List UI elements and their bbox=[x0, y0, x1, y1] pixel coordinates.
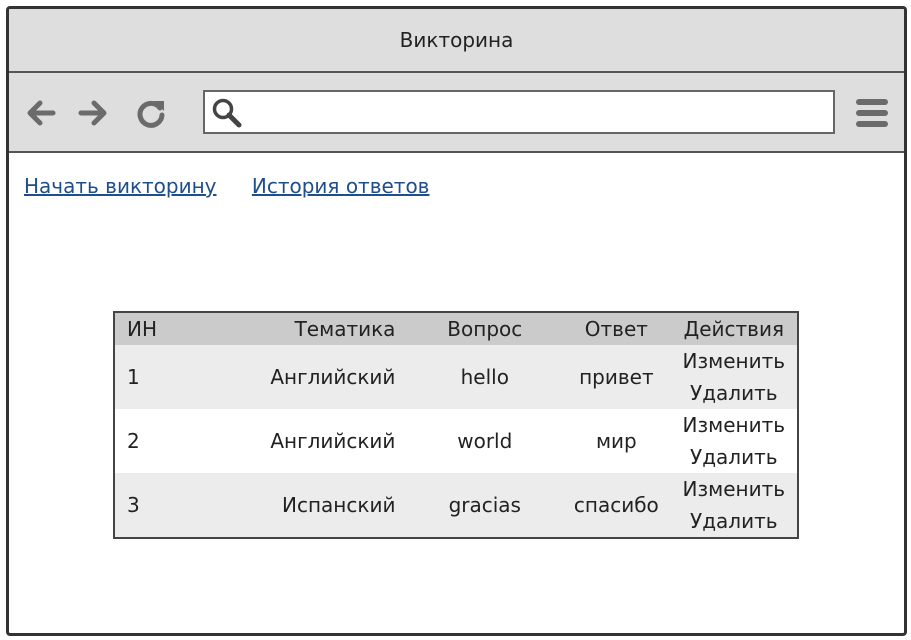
browser-window: Викторина Начать викторину История ответ… bbox=[6, 6, 907, 636]
search-icon bbox=[212, 98, 242, 128]
delete-link[interactable]: Удалить bbox=[671, 505, 797, 537]
page-nav-links: Начать викторину История ответов bbox=[24, 174, 458, 198]
edit-link[interactable]: Изменить bbox=[671, 345, 797, 377]
table-row: 3 Испанский gracias спасибо Изменить Уда… bbox=[114, 473, 798, 538]
cell-id: 3 bbox=[114, 473, 231, 538]
cell-answer: мир bbox=[562, 409, 671, 473]
reload-button[interactable] bbox=[133, 95, 169, 131]
column-header-id[interactable]: ИН bbox=[114, 312, 231, 345]
cell-topic: Английский bbox=[230, 345, 408, 409]
start-quiz-link[interactable]: Начать викторину bbox=[24, 174, 217, 198]
column-header-question[interactable]: Вопрос bbox=[407, 312, 563, 345]
cell-actions: Изменить Удалить bbox=[670, 473, 798, 538]
cell-actions: Изменить Удалить bbox=[670, 409, 798, 473]
title-bar: Викторина bbox=[9, 9, 904, 73]
delete-link[interactable]: Удалить bbox=[671, 377, 797, 409]
cell-id: 2 bbox=[114, 409, 231, 473]
window-title: Викторина bbox=[399, 28, 514, 52]
menu-button[interactable] bbox=[854, 97, 890, 129]
table-row: 2 Английский world мир Изменить Удалить bbox=[114, 409, 798, 473]
arrow-right-icon bbox=[78, 100, 107, 126]
cell-question: world bbox=[407, 409, 563, 473]
forward-button[interactable] bbox=[75, 95, 111, 131]
address-bar[interactable] bbox=[203, 90, 835, 134]
back-button[interactable] bbox=[23, 95, 59, 131]
cell-question: hello bbox=[407, 345, 563, 409]
column-header-topic[interactable]: Тематика bbox=[230, 312, 408, 345]
url-input[interactable] bbox=[249, 94, 829, 130]
cell-answer: привет bbox=[562, 345, 671, 409]
table-header-row: ИН Тематика Вопрос Ответ Действия bbox=[114, 312, 798, 345]
cell-answer: спасибо bbox=[562, 473, 671, 538]
table-row: 1 Английский hello привет Изменить Удали… bbox=[114, 345, 798, 409]
column-header-answer[interactable]: Ответ bbox=[562, 312, 671, 345]
cell-topic: Испанский bbox=[230, 473, 408, 538]
hamburger-menu-icon bbox=[856, 99, 888, 127]
delete-link[interactable]: Удалить bbox=[671, 441, 797, 473]
cell-id: 1 bbox=[114, 345, 231, 409]
arrow-left-icon bbox=[27, 100, 56, 126]
cell-actions: Изменить Удалить bbox=[670, 345, 798, 409]
cell-question: gracias bbox=[407, 473, 563, 538]
answer-history-link[interactable]: История ответов bbox=[252, 174, 430, 198]
column-header-actions: Действия bbox=[670, 312, 798, 345]
cell-topic: Английский bbox=[230, 409, 408, 473]
edit-link[interactable]: Изменить bbox=[671, 409, 797, 441]
questions-table: ИН Тематика Вопрос Ответ Действия 1 Англ… bbox=[113, 311, 799, 539]
reload-icon bbox=[137, 100, 165, 128]
browser-toolbar bbox=[9, 73, 904, 153]
edit-link[interactable]: Изменить bbox=[671, 473, 797, 505]
